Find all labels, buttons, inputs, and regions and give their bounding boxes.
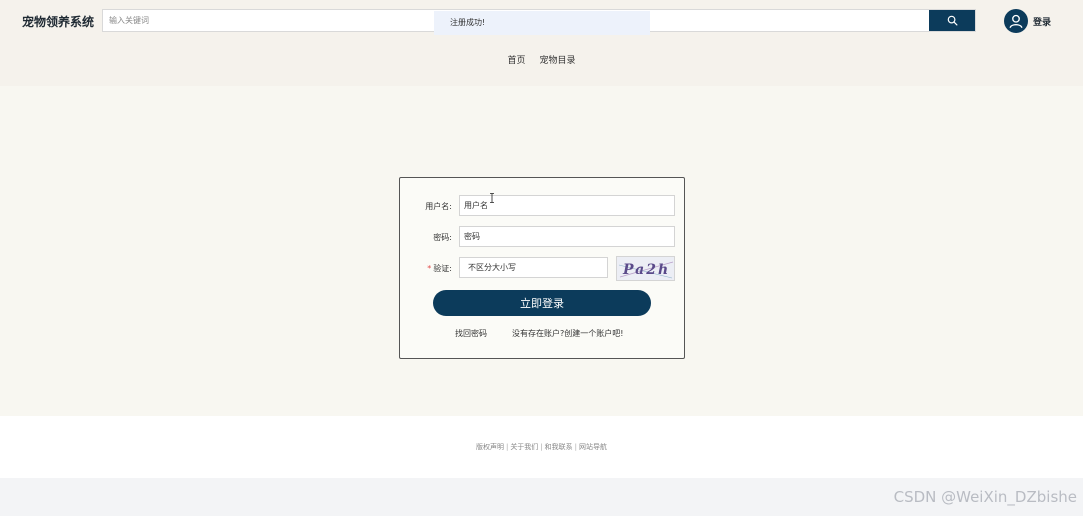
captcha-label-text: 验证: [433,264,452,273]
watermark: CSDN @WeiXin_DZbishe [893,488,1077,506]
footer: 版权声明 | 关于我们 | 和我联系 | 网站导航 [0,416,1083,478]
captcha-label: * 验证: [427,263,452,274]
nav-item-home[interactable]: 首页 [507,53,525,66]
user-icon [1009,14,1023,29]
footer-link-sitemap[interactable]: 网站导航 [579,443,607,451]
footer-link-about[interactable]: 关于我们 [510,443,538,451]
search-button[interactable] [929,10,975,31]
login-link[interactable]: 登录 [1033,15,1051,28]
nav-item-pet-catalog[interactable]: 宠物目录 [540,53,576,66]
password-row: 密码: [400,226,684,248]
footer-links: 版权声明 | 关于我们 | 和我联系 | 网站导航 [0,416,1083,452]
captcha-image[interactable]: Pa2h [616,256,675,281]
search-icon [947,15,957,26]
forgot-password-link[interactable]: 找回密码 [455,328,487,339]
captcha-row: *验证: Pa2h [400,256,684,281]
captcha-code: Pa2h [622,262,670,278]
footer-link-contact[interactable]: 和我联系 [545,443,573,451]
header: 宠物领养系统 注册成功! 登录 首页 宠物目录 [0,0,1083,86]
main-nav: 首页 宠物目录 [0,53,1083,66]
footer-link-copyright[interactable]: 版权声明 [476,443,504,451]
captcha-input[interactable] [459,257,608,278]
required-mark: * [427,264,432,273]
user-area: 登录 [1004,9,1051,33]
text-cursor-icon [490,193,494,203]
toast-message: 注册成功! [434,11,650,35]
footer-separator: | [505,443,509,451]
brand-title: 宠物领养系统 [22,15,95,29]
main-content: 用户名: 密码: *验证: Pa2h 立即登录 找回密码 没有存在账户?创建一个… [0,86,1083,416]
password-label: 密码: [433,233,452,242]
footer-separator: | [574,443,578,451]
username-row: 用户名: [400,195,684,217]
login-submit-button[interactable]: 立即登录 [433,290,651,316]
password-input[interactable] [459,226,675,247]
avatar[interactable] [1004,9,1028,33]
captcha-graphic: Pa2h [617,257,674,280]
login-form: 用户名: 密码: *验证: Pa2h 立即登录 找回密码 没有存在账户?创建一个… [399,177,685,359]
username-label: 用户名: [425,202,452,211]
register-link[interactable]: 没有存在账户?创建一个账户吧! [512,328,623,339]
footer-separator: | [540,443,543,451]
